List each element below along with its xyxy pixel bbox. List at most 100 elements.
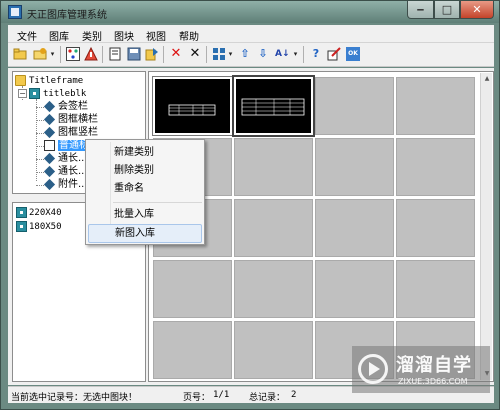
sort-dropdown-arrow[interactable]: ▾: [292, 47, 299, 61]
thumbnail-cell[interactable]: [232, 75, 315, 137]
tree-line: [36, 120, 44, 121]
status-total-label: 总记录：: [249, 393, 286, 403]
view-mode-icon[interactable]: [212, 47, 226, 61]
thumbnail-cell[interactable]: [396, 77, 475, 135]
tree-node-label: 图框竖栏: [58, 127, 98, 138]
vertical-scrollbar[interactable]: ▲ ▼: [480, 73, 492, 380]
thumbnail-cell[interactable]: [153, 321, 232, 379]
list-item[interactable]: 180X50: [16, 220, 62, 233]
context-menu: 新建类别 删除类别 重命名 批量入库 新图入库: [85, 139, 205, 245]
thumbnail-cell[interactable]: [234, 260, 313, 318]
toolbar-separator: [163, 46, 164, 63]
toolbar-separator: [102, 46, 103, 63]
list-item[interactable]: 220X40: [16, 206, 62, 219]
menu-item-import-new[interactable]: 新图入库: [88, 224, 202, 243]
tree-line: [36, 99, 37, 181]
category-icon: [43, 100, 56, 112]
toolbar-separator: [303, 46, 304, 63]
collapse-toggle[interactable]: −: [18, 88, 27, 98]
tree-node-label: 附件...: [58, 179, 88, 190]
open-dropdown-arrow[interactable]: ▾: [49, 47, 56, 61]
thumbnail-cell[interactable]: [234, 199, 313, 257]
menu-category[interactable]: 类别: [82, 28, 102, 43]
move-up-icon[interactable]: ⇧: [238, 47, 252, 61]
window-title: 天正图库管理系统: [27, 10, 107, 21]
block-library-icon: [29, 87, 40, 99]
thumbnail-cell[interactable]: [234, 138, 313, 196]
menu-file[interactable]: 文件: [17, 28, 37, 43]
minimize-button[interactable]: ‒: [407, 1, 434, 19]
category-icon: [43, 126, 56, 138]
ok-icon[interactable]: OK: [346, 47, 360, 61]
menu-block[interactable]: 图块: [114, 28, 134, 43]
category-dots-icon[interactable]: [66, 47, 80, 61]
tree-line: [36, 159, 44, 160]
menu-help[interactable]: 帮助: [179, 28, 199, 43]
menu-library[interactable]: 图库: [49, 28, 69, 43]
watermark-name: 溜溜自学: [396, 355, 472, 376]
tree-node-label: Titleframe: [29, 76, 84, 86]
tree-node-category[interactable]: 图框竖栏: [43, 126, 98, 139]
category-icon: [43, 152, 56, 164]
help-icon[interactable]: ?: [309, 47, 323, 61]
view-dropdown-arrow[interactable]: ▾: [227, 47, 234, 61]
triangle-warning-icon[interactable]: [84, 46, 98, 61]
close-button[interactable]: ✕: [460, 1, 494, 19]
tree-node-titleblk[interactable]: − titleblk: [18, 87, 86, 100]
thumbnail-cell[interactable]: [153, 260, 232, 318]
thumbnail-cell[interactable]: [152, 76, 233, 136]
export-icon[interactable]: [145, 47, 159, 61]
block-icon: [16, 206, 27, 218]
delete-icon[interactable]: ✕: [188, 47, 202, 61]
menu-view[interactable]: 视图: [146, 28, 166, 43]
save-disk-icon[interactable]: [127, 47, 141, 61]
minimize-icon: ‒: [416, 3, 425, 16]
thumbnail-cell[interactable]: [315, 77, 394, 135]
close-icon: ✕: [472, 3, 482, 16]
menu-item-rename[interactable]: 重命名: [88, 179, 202, 198]
sort-az-icon[interactable]: A↓: [275, 47, 290, 61]
tree-node-category[interactable]: 附件...: [43, 178, 88, 191]
list-item-label: 180X50: [29, 222, 62, 232]
open-library-icon[interactable]: [33, 47, 47, 61]
maximize-icon: □: [441, 3, 453, 16]
menu-bar: 文件 图库 类别 图块 视图 帮助: [8, 25, 494, 43]
move-down-icon[interactable]: ⇩: [256, 47, 270, 61]
menu-item-batch-import[interactable]: 批量入库: [88, 205, 202, 224]
thumbnail-cell[interactable]: [234, 321, 313, 379]
toolbar-separator: [206, 46, 207, 63]
open-folder-icon[interactable]: [13, 47, 27, 61]
edit-icon[interactable]: [327, 47, 341, 61]
book-icon[interactable]: [108, 47, 122, 61]
thumbnail-cell[interactable]: [315, 260, 394, 318]
status-page-label: 页号：: [183, 393, 211, 403]
tree-line: [36, 107, 44, 108]
category-icon: [43, 165, 56, 177]
tree-node-root[interactable]: Titleframe: [15, 74, 83, 87]
title-bar[interactable]: 天正图库管理系统 ‒ □ ✕: [1, 1, 499, 23]
tree-node-category[interactable]: 通长...: [43, 152, 88, 165]
scroll-up-icon[interactable]: ▲: [481, 73, 493, 85]
tree-node-category[interactable]: 图框横栏: [43, 113, 98, 126]
menu-item-delete-category[interactable]: 删除类别: [88, 161, 202, 180]
tree-node-category[interactable]: 通长...: [43, 165, 88, 178]
play-triangle-icon: [369, 362, 380, 376]
menu-separator: [113, 202, 202, 203]
delete-red-icon[interactable]: ✕: [169, 47, 183, 61]
block-icon: [16, 220, 27, 232]
category-icon: [43, 178, 56, 190]
thumbnail-cell[interactable]: [396, 199, 475, 257]
thumbnail-cell[interactable]: [396, 138, 475, 196]
thumbnail-cell[interactable]: [315, 138, 394, 196]
maximize-button[interactable]: □: [434, 1, 460, 19]
main-content: Titleframe − titleblk 会签栏 图框横栏 图框竖栏 普通标题栏…: [8, 68, 494, 385]
thumbnail-cell[interactable]: [396, 260, 475, 318]
menu-item-new-category[interactable]: 新建类别: [88, 143, 202, 162]
app-icon: [8, 5, 22, 19]
folder-icon: [15, 74, 26, 86]
tree-line: [36, 133, 44, 134]
tree-node-category[interactable]: 会签栏: [43, 100, 88, 113]
tree-node-label: 图框横栏: [58, 114, 98, 125]
tree-node-label: 会签栏: [58, 101, 88, 112]
thumbnail-cell[interactable]: [315, 199, 394, 257]
